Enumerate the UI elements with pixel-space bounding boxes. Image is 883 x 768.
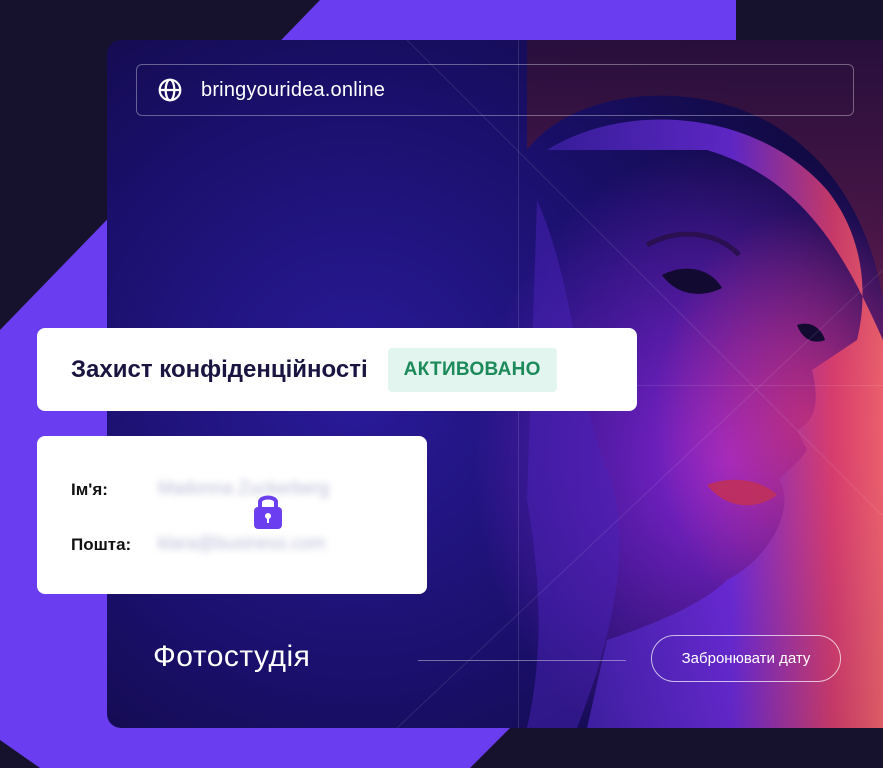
browser-url-bar[interactable]: bringyouridea.online [136, 64, 854, 116]
globe-icon [158, 78, 182, 102]
lock-icon [254, 495, 282, 529]
name-label: Ім'я: [71, 480, 108, 499]
name-value-blurred: Madonna Zuckerberg [158, 478, 330, 498]
url-text: bringyouridea.online [201, 78, 386, 101]
email-label: Пошта: [71, 535, 132, 554]
divider-line [418, 660, 626, 661]
email-value-blurred: klara@business.com [158, 533, 326, 553]
privacy-protection-card: Захист конфіденційності АКТИВОВАНО [37, 328, 637, 411]
studio-title: Фотостудія [153, 640, 311, 673]
book-date-button[interactable]: Забронювати дату [651, 635, 841, 682]
privacy-title: Захист конфіденційності [71, 355, 368, 383]
protected-data-card: Ім'я: Madonna Zuckerberg Пошта: klara@bu… [37, 436, 427, 594]
status-badge: АКТИВОВАНО [387, 347, 557, 392]
